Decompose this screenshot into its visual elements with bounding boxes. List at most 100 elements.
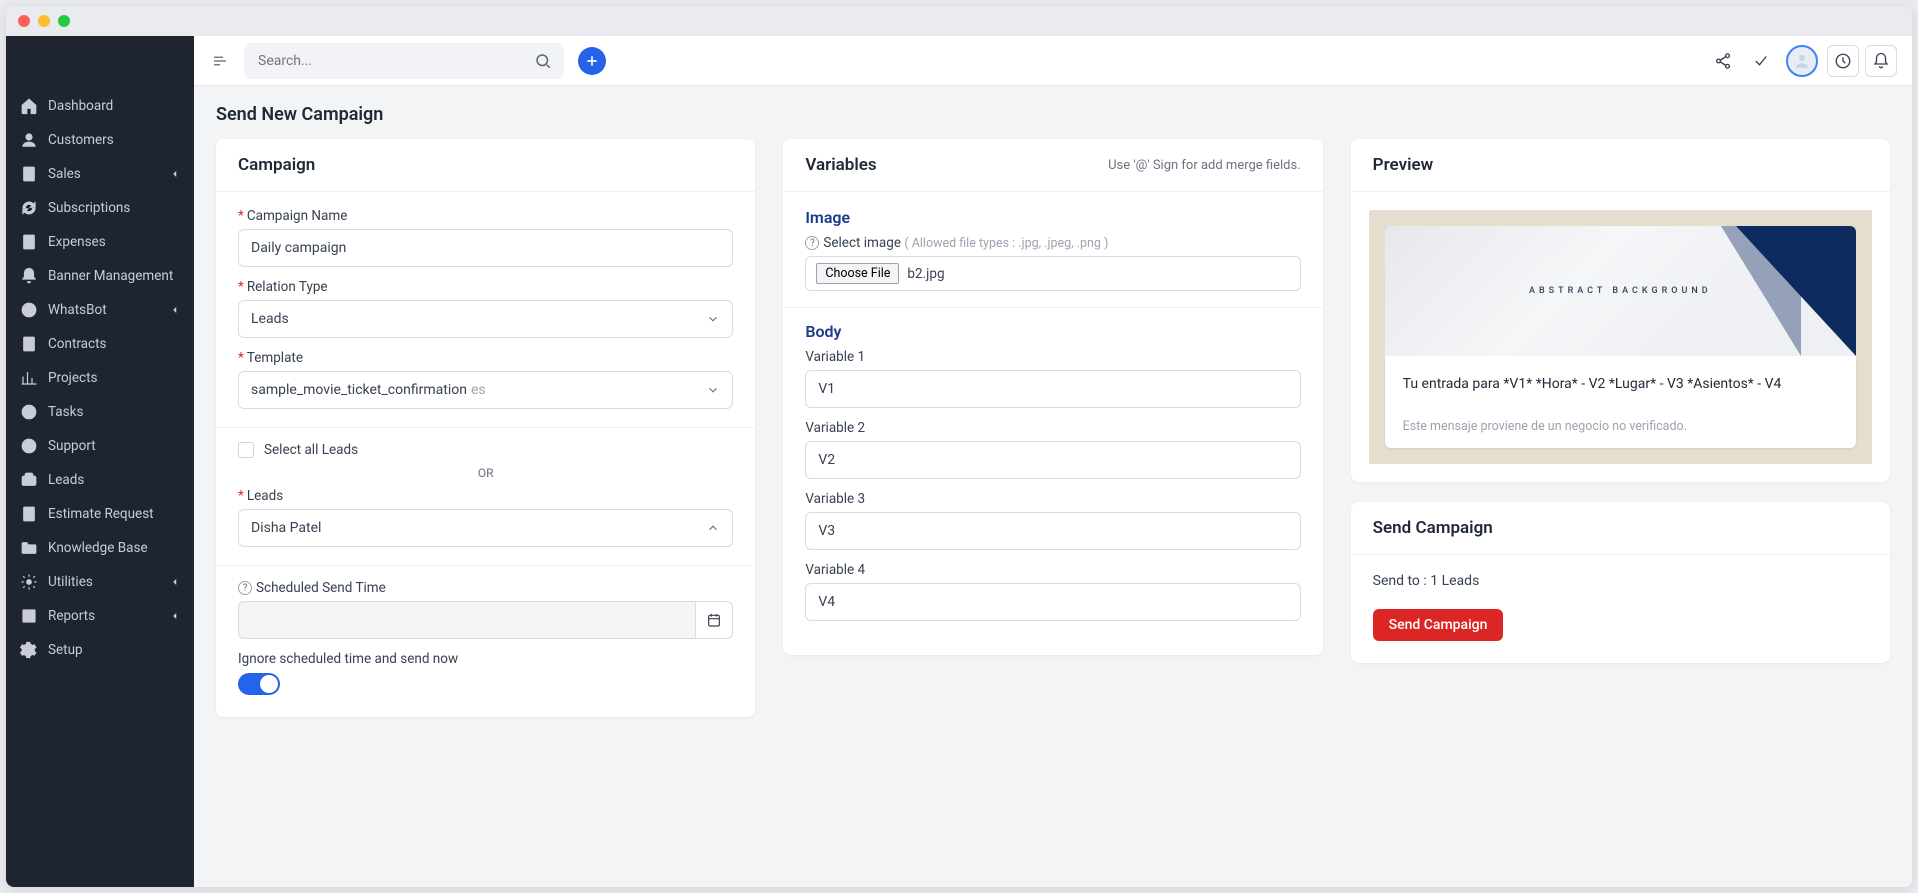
chevron-left-icon <box>170 611 180 621</box>
sidebar-item-dashboard[interactable]: Dashboard <box>6 89 194 123</box>
send-info: Send to : 1 Leads <box>1373 573 1868 589</box>
preview-image: ABSTRACT BACKGROUND <box>1385 226 1856 356</box>
variable-2-input[interactable] <box>805 441 1300 479</box>
send-campaign-card: Send Campaign Send to : 1 Leads Send Cam… <box>1351 502 1890 663</box>
leads-icon <box>20 471 38 489</box>
sidebar-item-label: Expenses <box>48 234 180 250</box>
sidebar-item-label: Contracts <box>48 336 180 352</box>
preview-card: Preview ABSTRACT BACKGROUND Tu entrada p… <box>1351 139 1890 482</box>
relation-type-label: *Relation Type <box>238 279 733 295</box>
history-icon[interactable] <box>1827 45 1859 77</box>
sidebar-item-sales[interactable]: Sales <box>6 157 194 191</box>
preview-message-footer: Este mensaje proviene de un negocio no v… <box>1403 419 1838 434</box>
send-campaign-button[interactable]: Send Campaign <box>1373 609 1504 641</box>
sidebar-item-label: Knowledge Base <box>48 540 180 556</box>
close-window-dot[interactable] <box>18 15 30 27</box>
ignore-schedule-label: Ignore scheduled time and send now <box>238 651 733 667</box>
report-icon <box>20 607 38 625</box>
sidebar: Dashboard Customers Sales Subscriptions Expe… <box>6 36 194 887</box>
sidebar-item-projects[interactable]: Projects <box>6 361 194 395</box>
body-section-title: Body <box>805 322 1300 341</box>
doc-icon <box>20 335 38 353</box>
sidebar-item-utilities[interactable]: Utilities <box>6 565 194 599</box>
sidebar-logo <box>6 36 194 83</box>
or-separator: OR <box>238 466 733 480</box>
relation-type-select[interactable]: Leads <box>238 300 733 338</box>
variable-3-input[interactable] <box>805 512 1300 550</box>
chevron-up-icon <box>706 521 720 535</box>
sidebar-item-expenses[interactable]: Expenses <box>6 225 194 259</box>
home-icon <box>20 97 38 115</box>
sidebar-item-label: Customers <box>48 132 180 148</box>
file-name: b2.jpg <box>907 266 944 282</box>
select-all-leads-checkbox[interactable] <box>238 442 254 458</box>
variable-4-input[interactable] <box>805 583 1300 621</box>
search-input[interactable] <box>258 53 550 69</box>
variable-1-input[interactable] <box>805 370 1300 408</box>
sidebar-item-customers[interactable]: Customers <box>6 123 194 157</box>
variable-1-label: Variable 1 <box>805 349 1300 365</box>
check-icon <box>20 403 38 421</box>
leads-label: *Leads <box>238 488 733 504</box>
sidebar-item-leads[interactable]: Leads <box>6 463 194 497</box>
topbar <box>194 36 1912 86</box>
sidebar-item-label: Support <box>48 438 180 454</box>
sidebar-item-banner-management[interactable]: Banner Management <box>6 259 194 293</box>
select-image-label: ?Select image ( Allowed file types : .jp… <box>805 235 1300 251</box>
leads-select[interactable]: Disha Patel <box>238 509 733 547</box>
scheduled-send-input[interactable] <box>238 601 696 639</box>
campaign-name-input[interactable] <box>238 229 733 267</box>
search-box[interactable] <box>244 43 564 79</box>
sidebar-item-knowledge-base[interactable]: Knowledge Base <box>6 531 194 565</box>
sidebar-item-label: Banner Management <box>48 268 180 284</box>
bell-icon[interactable] <box>1865 45 1897 77</box>
template-select[interactable]: sample_movie_ticket_confirmationes <box>238 371 733 409</box>
sidebar-item-estimate-request[interactable]: Estimate Request <box>6 497 194 531</box>
variables-hint: Use '@' Sign for add merge fields. <box>1108 158 1301 173</box>
sidebar-item-label: Estimate Request <box>48 506 180 522</box>
preview-message-body: Tu entrada para *V1* *Hora* - V2 *Lugar*… <box>1403 374 1838 395</box>
page-title: Send New Campaign <box>216 104 1890 125</box>
file-icon <box>20 165 38 183</box>
image-section-title: Image <box>805 208 1300 227</box>
file-input-wrapper: Choose File b2.jpg <box>805 256 1300 291</box>
sidebar-item-label: Setup <box>48 642 180 658</box>
calendar-icon <box>706 612 722 628</box>
help-icon: ? <box>805 236 819 250</box>
campaign-name-label: *Campaign Name <box>238 208 733 224</box>
sidebar-item-contracts[interactable]: Contracts <box>6 327 194 361</box>
add-button[interactable] <box>578 47 606 75</box>
chevron-left-icon <box>170 305 180 315</box>
sidebar-item-label: Sales <box>48 166 170 182</box>
menu-toggle-button[interactable] <box>206 47 234 75</box>
choose-file-button[interactable]: Choose File <box>816 263 899 284</box>
window-titlebar <box>6 6 1912 36</box>
sidebar-item-label: Subscriptions <box>48 200 180 216</box>
sidebar-item-setup[interactable]: Setup <box>6 633 194 667</box>
variable-3-label: Variable 3 <box>805 491 1300 507</box>
chevron-left-icon <box>170 577 180 587</box>
sidebar-item-label: Utilities <box>48 574 170 590</box>
sidebar-item-support[interactable]: Support <box>6 429 194 463</box>
minimize-window-dot[interactable] <box>38 15 50 27</box>
sidebar-item-label: WhatsBot <box>48 302 170 318</box>
avatar[interactable] <box>1786 45 1818 77</box>
check-icon[interactable] <box>1745 45 1777 77</box>
share-icon[interactable] <box>1707 45 1739 77</box>
variables-card: Variables Use '@' Sign for add merge fie… <box>783 139 1322 655</box>
sidebar-item-reports[interactable]: Reports <box>6 599 194 633</box>
maximize-window-dot[interactable] <box>58 15 70 27</box>
calendar-button[interactable] <box>696 601 733 639</box>
sidebar-item-label: Tasks <box>48 404 180 420</box>
sidebar-item-label: Reports <box>48 608 170 624</box>
sidebar-item-tasks[interactable]: Tasks <box>6 395 194 429</box>
ignore-schedule-toggle[interactable] <box>238 673 280 695</box>
sidebar-item-whatsbot[interactable]: WhatsBot <box>6 293 194 327</box>
sidebar-item-subscriptions[interactable]: Subscriptions <box>6 191 194 225</box>
doc-icon <box>20 233 38 251</box>
help-icon: ? <box>238 581 252 595</box>
chevron-down-icon <box>706 383 720 397</box>
sidebar-item-label: Projects <box>48 370 180 386</box>
gear-icon <box>20 573 38 591</box>
chevron-down-icon <box>706 312 720 326</box>
